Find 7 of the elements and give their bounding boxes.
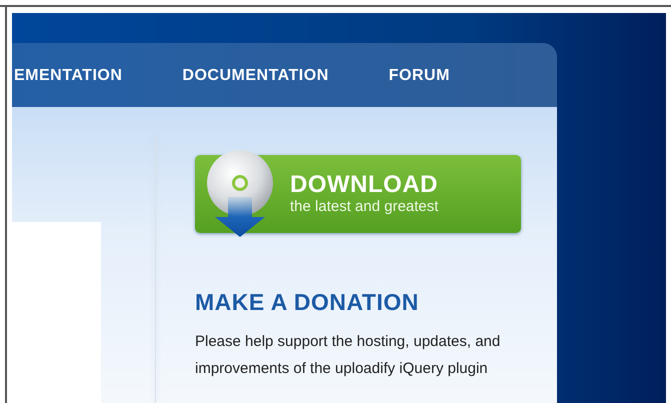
nav-link[interactable]: EMENTATION <box>14 64 122 88</box>
donation-heading: MAKE A DONATION <box>195 288 420 316</box>
nav-link[interactable]: DOCUMENTATION <box>182 64 329 88</box>
download-subtitle: the latest and greatest <box>290 198 438 216</box>
download-title: DOWNLOAD <box>290 172 438 198</box>
donation-text: Please help support the hosting, updates, and improvements of the uploadify iQuery plugin <box>195 332 502 379</box>
nav-link[interactable]: FORUM <box>388 64 450 88</box>
